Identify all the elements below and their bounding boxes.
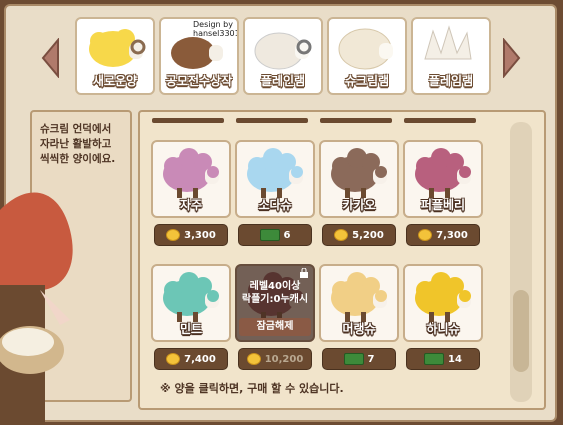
sheep-icon xyxy=(163,148,219,198)
footer-note: ※ 양을 클릭하면, 구매 할 수 있습니다. xyxy=(160,382,344,395)
tab-label: 새로운양 xyxy=(92,74,138,88)
sheep-icon xyxy=(89,29,146,67)
sheep-name: 머랭슈 xyxy=(342,322,376,336)
price-button[interactable]: 10,200 xyxy=(238,348,312,370)
scrollbar-thumb[interactable] xyxy=(513,290,529,372)
chevron-left-icon xyxy=(41,38,59,78)
price-button[interactable]: 3,300 xyxy=(154,224,228,246)
cash-icon xyxy=(343,353,364,365)
price-amount: 3,300 xyxy=(184,229,216,241)
sheep-icon xyxy=(415,148,471,198)
sheep-icon xyxy=(338,28,393,70)
next-arrow-button[interactable] xyxy=(500,38,522,78)
tab-new-sheep[interactable]: 새로운양 xyxy=(75,17,155,95)
sheep-name: 하니슈 xyxy=(426,322,460,336)
price-button[interactable]: 7 xyxy=(322,348,396,370)
cash-icon xyxy=(259,229,280,241)
tab-label: 플레임램 xyxy=(428,74,474,88)
sheep-icon xyxy=(331,272,387,322)
tab-contest-winners[interactable]: Design by hansel3301 공모전수상작 xyxy=(159,17,239,95)
tab-plain-lamb[interactable]: 플레인램 xyxy=(243,17,323,95)
price-button[interactable]: 7,400 xyxy=(154,348,228,370)
sheep-icon xyxy=(415,272,471,322)
price-button[interactable]: 5,200 xyxy=(322,224,396,246)
price-amount: 6 xyxy=(283,229,291,241)
price-amount: 7,400 xyxy=(184,353,216,365)
tab-flame-lamb[interactable]: 플레임램 xyxy=(411,17,491,95)
price-amount: 7,300 xyxy=(436,229,468,241)
sheep-item-card[interactable]: 소다슈 xyxy=(235,140,315,218)
coin-icon xyxy=(246,353,261,365)
sheep-item-card[interactable]: 자주 xyxy=(151,140,231,218)
tab-label: 플레인램 xyxy=(260,74,306,88)
coin-icon xyxy=(334,229,349,241)
tab-cream-lamb[interactable]: 슈크림램 xyxy=(327,17,407,95)
price-amount: 5,200 xyxy=(352,229,384,241)
sheep-icon xyxy=(331,148,387,198)
sheep-icon xyxy=(247,148,303,198)
designer-credit: Design by hansel3301 xyxy=(193,20,239,38)
coin-icon xyxy=(166,229,181,241)
prev-arrow-button[interactable] xyxy=(40,38,62,78)
sheep-name: 카카오 xyxy=(342,198,376,212)
price-amount: 7 xyxy=(367,353,375,365)
sheep-name: 퍼플베리 xyxy=(420,198,466,212)
price-amount: 10,200 xyxy=(264,353,304,365)
tab-label: 공모전수상작 xyxy=(165,74,233,88)
sheep-icon xyxy=(254,32,312,70)
sheep-name: 민트 xyxy=(179,322,203,336)
sheep-name: 소다슈 xyxy=(258,198,292,212)
price-button[interactable]: 14 xyxy=(406,348,480,370)
lock-icon xyxy=(300,268,308,278)
scrollbar[interactable] xyxy=(510,122,532,402)
tab-label: 슈크림램 xyxy=(344,74,390,88)
sheep-item-card[interactable]: 머랭슈 xyxy=(319,264,399,342)
price-button[interactable]: 7,300 xyxy=(406,224,480,246)
unlock-button[interactable]: 잠금해제 xyxy=(239,318,311,336)
sheep-item-card[interactable]: 민트 xyxy=(151,264,231,342)
cash-icon xyxy=(424,353,445,365)
sheep-item-card[interactable]: 하니슈 xyxy=(403,264,483,342)
chevron-right-icon xyxy=(503,38,521,78)
coin-icon xyxy=(166,353,181,365)
sheep-item-card[interactable]: 카카오 xyxy=(319,140,399,218)
sheep-name: 자주 xyxy=(179,198,203,212)
price-button[interactable]: 6 xyxy=(238,224,312,246)
sheep-item-card[interactable]: 퍼플베리 xyxy=(403,140,483,218)
price-amount: 14 xyxy=(448,353,462,365)
locked-overlay: 레벨40이상 락플기:0누캐시 잠금해제 xyxy=(235,264,315,342)
description-text: 슈크림 언덕에서 자라난 활발하고 씩씩한 양이에요. xyxy=(40,123,116,165)
coin-icon xyxy=(418,229,433,241)
lock-requirement-text: 레벨40이상 락플기:0누캐시 xyxy=(241,281,309,305)
sheep-icon xyxy=(424,25,472,60)
character-illustration xyxy=(0,192,73,425)
sheep-icon xyxy=(163,272,219,322)
